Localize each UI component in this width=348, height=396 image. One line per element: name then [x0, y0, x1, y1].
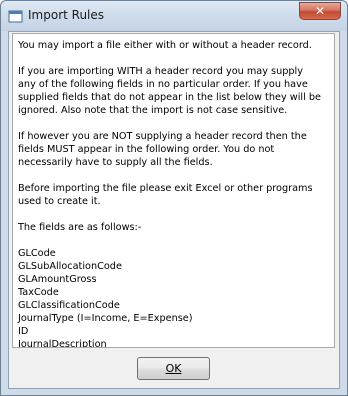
- field-item: GLAmountGross: [18, 274, 97, 285]
- message-line: You may import a file either with or wit…: [18, 40, 312, 51]
- ok-button[interactable]: OK: [137, 357, 210, 380]
- message-line: supplied fields that do not appear in th…: [18, 92, 321, 103]
- message-line: fields MUST appear in the following orde…: [18, 144, 275, 155]
- close-button[interactable]: ✕: [299, 2, 341, 20]
- message-line: any of the following fields in no partic…: [18, 79, 308, 90]
- message-line: used to create it.: [18, 196, 101, 207]
- field-item: JournalType (I=Income, E=Expense): [18, 313, 193, 324]
- app-window-icon: [8, 9, 23, 24]
- field-item: GLClassificationCode: [18, 300, 120, 311]
- import-rules-dialog: Import Rules ✕ You may import a file eit…: [0, 0, 348, 396]
- dialog-body: You may import a file either with or wit…: [8, 31, 340, 389]
- message-line: If however you are NOT supplying a heade…: [18, 131, 307, 142]
- window-title: Import Rules: [28, 8, 105, 22]
- rules-text-area[interactable]: You may import a file either with or wit…: [12, 33, 335, 348]
- close-icon: ✕: [314, 4, 326, 18]
- message-line: Before importing the file please exit Ex…: [18, 183, 313, 194]
- field-item: TaxCode: [18, 287, 59, 298]
- rules-message: You may import a file either with or wit…: [18, 39, 330, 247]
- message-line: necessarily have to supply all the field…: [18, 157, 213, 168]
- field-item: ID: [18, 326, 29, 337]
- message-line: If you are importing WITH a header recor…: [18, 66, 303, 77]
- field-item: GLCode: [18, 248, 56, 259]
- title-bar[interactable]: Import Rules ✕: [1, 1, 347, 31]
- field-item: GLSubAllocationCode: [18, 261, 122, 272]
- message-line: ignored. Also note that the import is no…: [18, 105, 288, 116]
- fields-list: GLCode GLSubAllocationCode GLAmountGross Ta…: [18, 247, 330, 348]
- field-item: JournalDescription: [18, 339, 107, 348]
- message-line: The fields are as follows:-: [18, 222, 142, 233]
- ok-button-label: OK: [165, 362, 182, 375]
